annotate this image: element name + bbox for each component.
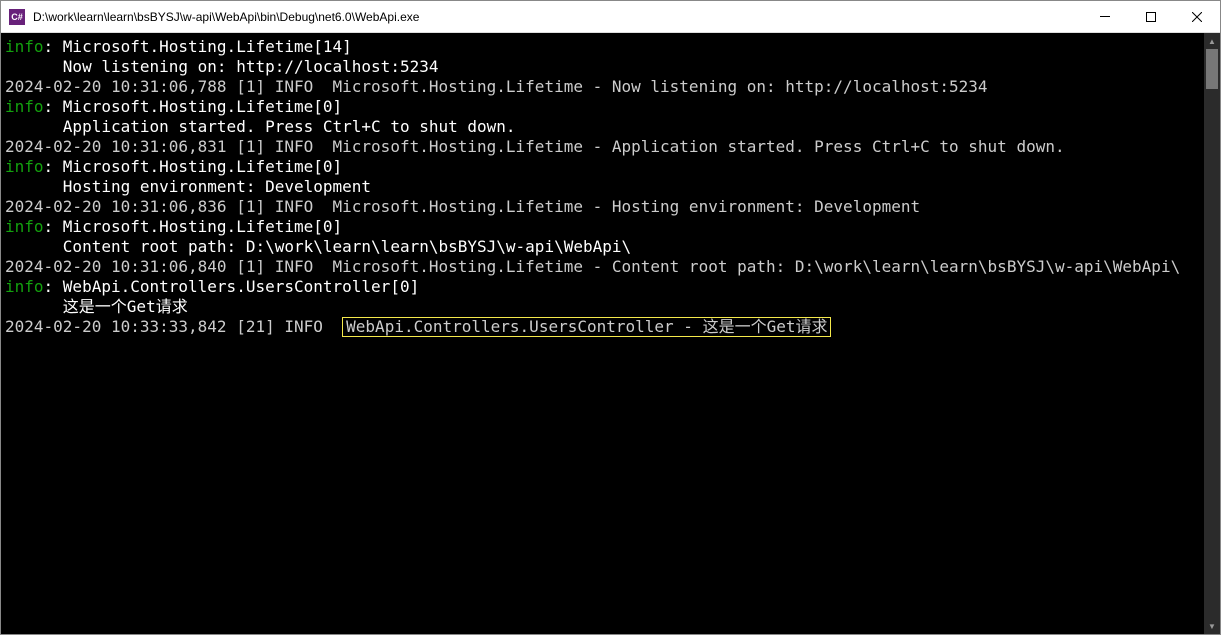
close-icon xyxy=(1192,12,1202,22)
log-level-info: info xyxy=(5,97,44,116)
maximize-icon xyxy=(1146,12,1156,22)
log-level-info: info xyxy=(5,217,44,236)
log-level-info: info xyxy=(5,37,44,56)
log-timestamped-line: 2024-02-20 10:31:06,788 [1] INFO Microso… xyxy=(5,77,988,96)
maximize-button[interactable] xyxy=(1128,1,1174,32)
minimize-icon xyxy=(1100,16,1110,17)
log-level-info: info xyxy=(5,157,44,176)
log-timestamped-line: 2024-02-20 10:31:06,840 [1] INFO Microso… xyxy=(5,257,1180,276)
vertical-scrollbar[interactable]: ▲ ▼ xyxy=(1204,33,1220,634)
terminal-output[interactable]: info: Microsoft.Hosting.Lifetime[14] Now… xyxy=(1,33,1204,634)
log-level-info: info xyxy=(5,277,44,296)
titlebar[interactable]: C# D:\work\learn\learn\bsBYSJ\w-api\WebA… xyxy=(1,1,1220,33)
log-message: 这是一个Get请求 xyxy=(5,297,188,316)
log-message: Hosting environment: Development xyxy=(5,177,371,196)
log-source: Microsoft.Hosting.Lifetime[0] xyxy=(63,97,342,116)
log-colon: : xyxy=(44,277,63,296)
log-source: Microsoft.Hosting.Lifetime[0] xyxy=(63,217,342,236)
highlighted-log-segment: WebApi.Controllers.UsersController - 这是一… xyxy=(342,317,831,337)
log-colon: : xyxy=(44,97,63,116)
close-button[interactable] xyxy=(1174,1,1220,32)
log-timestamp-prefix: 2024-02-20 10:33:33,842 [21] INFO xyxy=(5,317,342,336)
log-message: Application started. Press Ctrl+C to shu… xyxy=(5,117,516,136)
scrollbar-thumb[interactable] xyxy=(1206,49,1218,89)
scroll-up-arrow-icon[interactable]: ▲ xyxy=(1204,33,1220,49)
window-controls xyxy=(1082,1,1220,32)
log-source: Microsoft.Hosting.Lifetime[14] xyxy=(63,37,352,56)
app-icon: C# xyxy=(9,9,25,25)
log-source: WebApi.Controllers.UsersController[0] xyxy=(63,277,419,296)
log-source: Microsoft.Hosting.Lifetime[0] xyxy=(63,157,342,176)
log-message: Content root path: D:\work\learn\learn\b… xyxy=(5,237,631,256)
console-window: C# D:\work\learn\learn\bsBYSJ\w-api\WebA… xyxy=(0,0,1221,635)
log-colon: : xyxy=(44,217,63,236)
log-message: Now listening on: http://localhost:5234 xyxy=(5,57,438,76)
log-colon: : xyxy=(44,37,63,56)
log-timestamped-line: 2024-02-20 10:31:06,836 [1] INFO Microso… xyxy=(5,197,920,216)
log-colon: : xyxy=(44,157,63,176)
terminal-area: info: Microsoft.Hosting.Lifetime[14] Now… xyxy=(1,33,1220,634)
window-title: D:\work\learn\learn\bsBYSJ\w-api\WebApi\… xyxy=(33,10,1082,24)
log-timestamped-line: 2024-02-20 10:31:06,831 [1] INFO Microso… xyxy=(5,137,1065,156)
minimize-button[interactable] xyxy=(1082,1,1128,32)
scroll-down-arrow-icon[interactable]: ▼ xyxy=(1204,618,1220,634)
